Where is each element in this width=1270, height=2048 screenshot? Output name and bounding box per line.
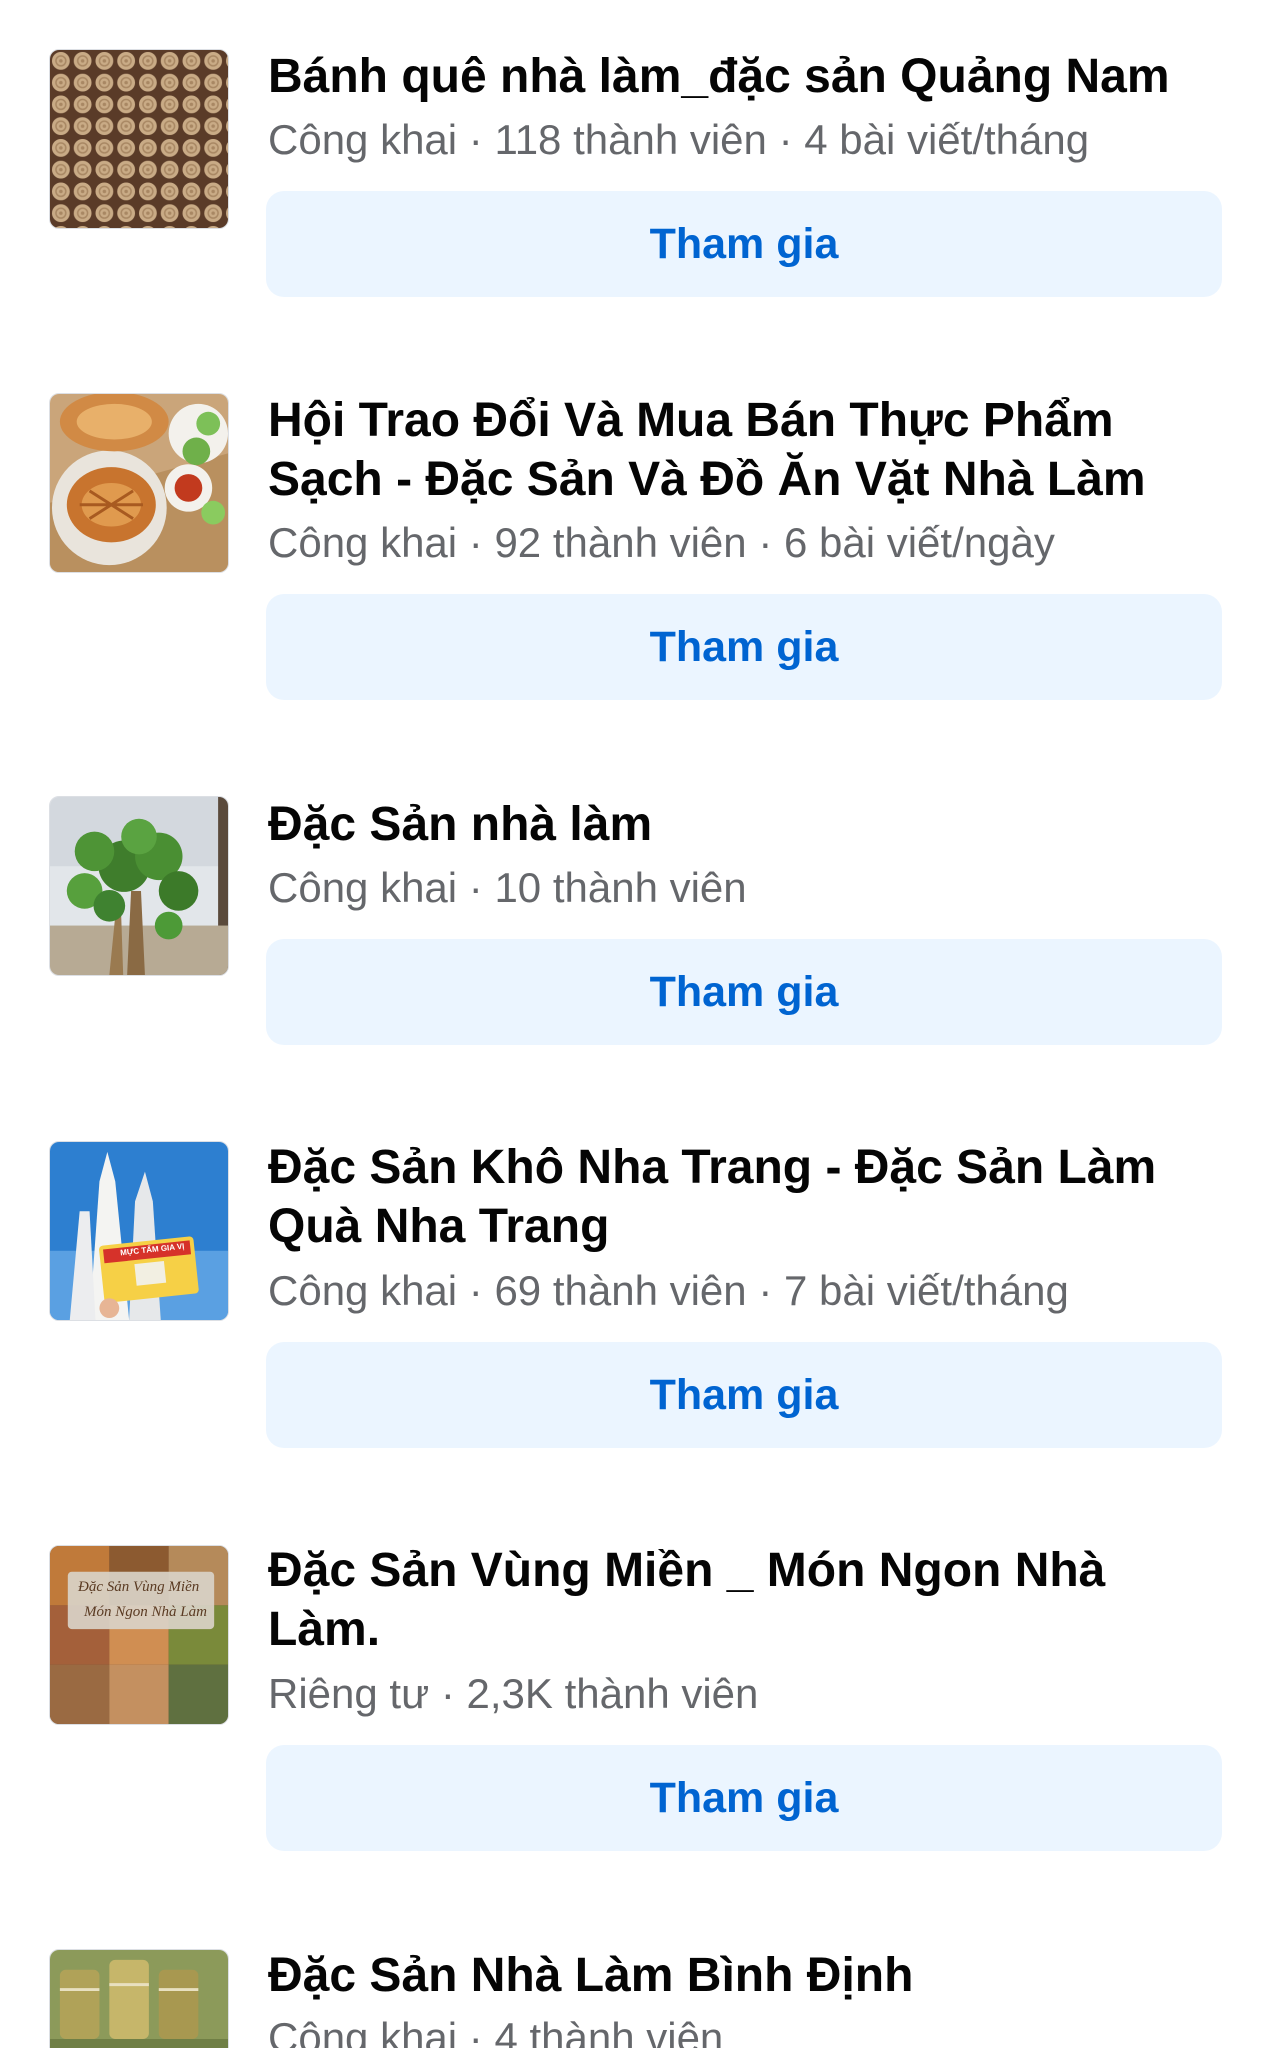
group-meta: Công khai · 69 thành viên · 7 bài viết/t… [268, 1267, 1069, 1314]
cookie-tray-image [50, 50, 228, 228]
plant-tree-image [50, 797, 228, 975]
group-suggestion-list: Bánh quê nhà làm_đặc sản Quảng Nam Công … [0, 0, 1270, 2048]
join-button[interactable]: Tham gia [266, 939, 1222, 1045]
group-meta: Công khai · 10 thành viên [268, 864, 747, 911]
group-thumbnail[interactable]: MỰC TẨM GIA VỊ [49, 1141, 229, 1321]
collage-caption-2: Món Ngon Nhà Làm [84, 1604, 207, 1620]
join-button[interactable]: Tham gia [266, 191, 1222, 297]
group-meta: Công khai · 4 thành viên [268, 2014, 724, 2048]
group-title[interactable]: Hội Trao Đổi Và Mua Bán Thực Phẩm Sạch -… [268, 391, 1228, 509]
group-thumbnail[interactable] [49, 393, 229, 573]
group-title[interactable]: Bánh quê nhà làm_đặc sản Quảng Nam [268, 47, 1228, 106]
nha-trang-tower-product-image [50, 1142, 228, 1320]
group-meta: Riêng tư · 2,3K thành viên [268, 1670, 759, 1717]
dried-fish-dish-image [50, 394, 228, 572]
group-thumbnail[interactable] [49, 1949, 229, 2048]
group-meta: Công khai · 118 thành viên · 4 bài viết/… [268, 116, 1090, 163]
group-title[interactable]: Đặc Sản Khô Nha Trang - Đặc Sản Làm Quà … [268, 1138, 1228, 1256]
group-title[interactable]: Đặc Sản Vùng Miền _ Món Ngon Nhà Làm. [268, 1541, 1228, 1659]
regional-food-collage-image [50, 1546, 228, 1724]
group-meta: Công khai · 92 thành viên · 6 bài viết/n… [268, 519, 1055, 566]
join-button[interactable]: Tham gia [266, 594, 1222, 700]
join-button[interactable]: Tham gia [266, 1745, 1222, 1851]
group-thumbnail[interactable]: Đặc Sản Vùng Miền Món Ngon Nhà Làm [49, 1545, 229, 1725]
group-title[interactable]: Đặc Sản nhà làm [268, 795, 1228, 854]
group-thumbnail[interactable] [49, 796, 229, 976]
wrapped-cakes-image [50, 1950, 228, 2048]
group-title[interactable]: Đặc Sản Nhà Làm Bình Định [268, 1946, 1228, 2005]
collage-caption-1: Đặc Sản Vùng Miền [78, 1579, 200, 1595]
join-button[interactable]: Tham gia [266, 1342, 1222, 1448]
group-thumbnail[interactable] [49, 49, 229, 229]
